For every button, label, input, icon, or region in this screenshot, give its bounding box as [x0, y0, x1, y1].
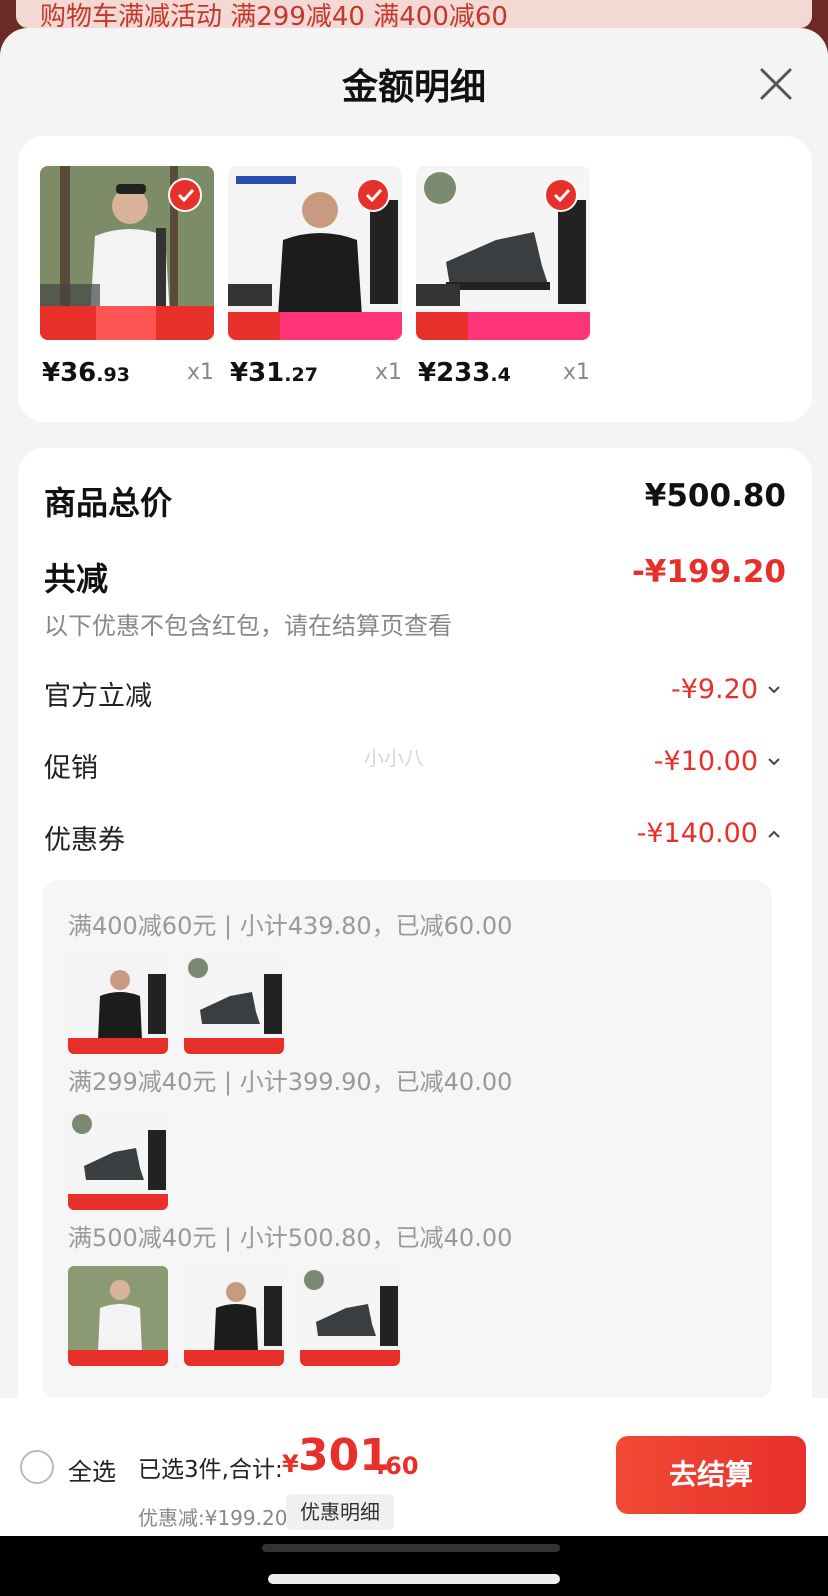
coupon-value: -¥140.00 — [636, 818, 758, 849]
product-price: ¥36.93 — [42, 358, 130, 388]
background-banner: 购物车满减活动 满299减40 满400减60 — [16, 0, 812, 28]
sheet-title: 金额明细 — [341, 67, 486, 108]
checkout-button[interactable]: 去结算 — [616, 1436, 806, 1514]
selected-count-text: 已选3件,合计: — [138, 1457, 283, 1483]
official-discount-value: -¥9.20 — [670, 674, 758, 705]
coupon-label: 优惠券 — [44, 825, 125, 856]
product-quantity: x1 — [186, 360, 214, 385]
total-price-label: 商品总价 — [44, 484, 173, 522]
select-all-radio[interactable] — [20, 1450, 54, 1484]
chevron-down-icon[interactable] — [766, 682, 782, 698]
checkout-bar: 全选 已选3件,合计: ¥ 301 .60 优惠减:¥199.20 优惠明细 去… — [0, 1398, 828, 1536]
product-quantity: x1 — [562, 360, 590, 385]
home-indicator[interactable] — [268, 1574, 560, 1584]
select-all-label[interactable]: 全选 — [68, 1452, 116, 1487]
checked-icon[interactable] — [544, 178, 578, 212]
discount-note: 以下优惠不包含红包，请在结算页查看 — [44, 612, 452, 640]
discount-detail-button[interactable]: 优惠明细 — [286, 1494, 394, 1530]
total-discount-row: 共减 -¥199.20 — [44, 554, 786, 598]
total-currency: ¥ — [282, 1450, 299, 1478]
product-image — [228, 166, 402, 340]
product-item-tshirt-black[interactable]: ¥31.27 x1 — [228, 166, 404, 388]
product-item-hiking-boot[interactable]: ¥233.4 x1 — [416, 166, 592, 388]
price-detail-card: 商品总价 ¥500.80 共减 -¥199.20 以下优惠不包含红包，请在结算页… — [18, 448, 812, 1536]
product-image — [40, 166, 214, 340]
product-list-card: ¥36.93 x1 ¥31.27 x1 ¥233.4 x1 — [18, 136, 812, 422]
coupon-product-thumb — [68, 1110, 168, 1210]
coupon-rule-2: 满299减40元 | 小计399.90，已减40.00 — [68, 1068, 513, 1096]
promotion-label: 促销 — [44, 753, 98, 784]
promotion-value: -¥10.00 — [653, 746, 758, 777]
official-discount-row[interactable]: 官方立减 -¥9.20 — [44, 674, 786, 714]
promotion-row[interactable]: 促销 -¥10.00 — [44, 746, 786, 786]
chevron-down-icon[interactable] — [766, 754, 782, 770]
coupon-detail-box: 满400减60元 | 小计439.80，已减60.00 满299减40元 | 小… — [42, 880, 772, 1400]
product-image — [416, 166, 590, 340]
background-banner-text: 购物车满减活动 满299减40 满400减60 — [40, 2, 508, 28]
product-price: ¥233.4 — [418, 358, 511, 388]
total-discount-label: 共减 — [44, 560, 109, 598]
total-amount-decimal: .60 — [376, 1452, 419, 1480]
coupon-rule-1: 满400减60元 | 小计439.80，已减60.00 — [68, 912, 513, 940]
coupon-product-thumb — [184, 1266, 284, 1366]
coupon-rule-3: 满500减40元 | 小计500.80，已减40.00 — [68, 1224, 513, 1252]
total-discount-value: -¥199.20 — [631, 554, 786, 590]
home-indicator-inner — [262, 1544, 560, 1552]
coupon-product-thumb — [184, 954, 284, 1054]
coupon-product-thumb — [68, 1266, 168, 1366]
close-icon[interactable] — [756, 64, 796, 104]
coupon-row[interactable]: 优惠券 -¥140.00 — [44, 818, 786, 858]
product-quantity: x1 — [374, 360, 402, 385]
chevron-up-icon[interactable] — [766, 826, 782, 842]
discount-summary-text: 优惠减:¥199.20 — [138, 1506, 288, 1530]
product-price: ¥31.27 — [230, 358, 318, 388]
total-price-row: 商品总价 ¥500.80 — [44, 478, 786, 522]
product-item-tshirt-white[interactable]: ¥36.93 x1 — [40, 166, 216, 388]
coupon-product-thumb — [68, 954, 168, 1054]
total-price-value: ¥500.80 — [644, 478, 786, 514]
coupon-product-thumb — [300, 1266, 400, 1366]
amount-detail-sheet: 金额明细 ¥36.93 x1 ¥31.27 x1 ¥233.4 x1 商品总价 … — [0, 28, 828, 1536]
checked-icon[interactable] — [356, 178, 390, 212]
checked-icon[interactable] — [168, 178, 202, 212]
official-discount-label: 官方立减 — [44, 681, 152, 712]
